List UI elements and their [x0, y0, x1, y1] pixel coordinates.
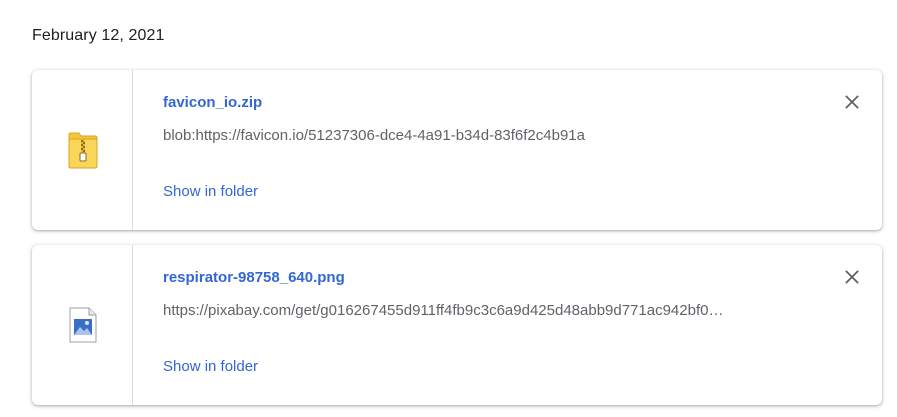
download-details: favicon_io.zip blob:https://favicon.io/5…: [163, 70, 822, 230]
file-name-link[interactable]: respirator-98758_640.png: [163, 269, 345, 286]
download-details: respirator-98758_640.png https://pixabay…: [163, 245, 822, 405]
file-name-link[interactable]: favicon_io.zip: [163, 94, 262, 111]
download-item: respirator-98758_640.png https://pixabay…: [32, 245, 882, 405]
file-url-link[interactable]: blob:https://favicon.io/51237306-dce4-4a…: [163, 127, 803, 144]
file-url-link[interactable]: https://pixabay.com/get/g016267455d911ff…: [163, 302, 803, 319]
file-icon-column: [32, 70, 133, 230]
zip-archive-icon: [68, 132, 98, 169]
close-icon[interactable]: [842, 267, 862, 287]
image-file-icon: [69, 307, 97, 343]
show-in-folder-link[interactable]: Show in folder: [163, 183, 258, 200]
file-icon-column: [32, 245, 133, 405]
show-in-folder-link[interactable]: Show in folder: [163, 358, 258, 375]
close-icon[interactable]: [842, 92, 862, 112]
download-item: favicon_io.zip blob:https://favicon.io/5…: [32, 70, 882, 230]
date-heading: February 12, 2021: [32, 27, 165, 44]
